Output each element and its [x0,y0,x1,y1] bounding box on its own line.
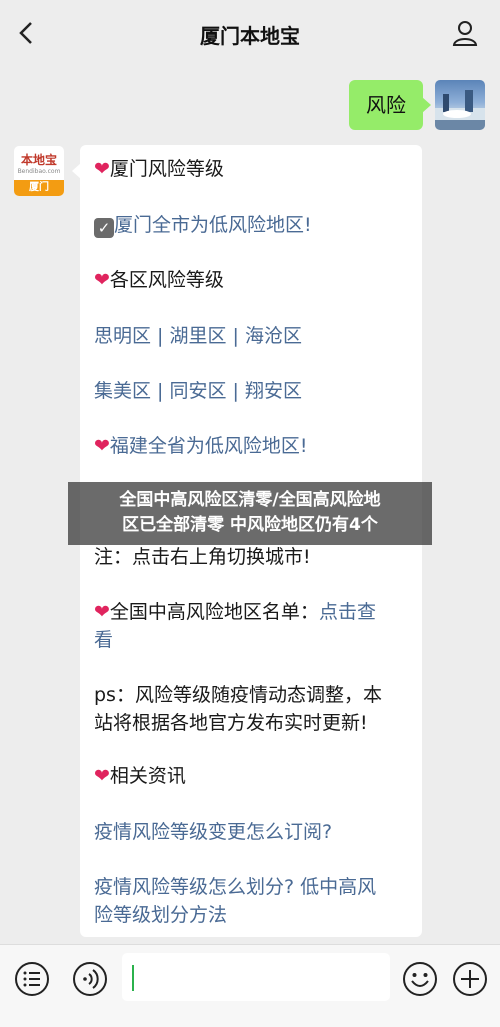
logo-url: Bendibao.com [17,168,61,175]
bot-avatar[interactable]: 本地宝 Bendibao.com 厦门 [14,146,64,196]
top-bar: 厦门本地宝 [0,0,500,68]
heart-icon: ❤ [94,601,110,623]
district-links-row-2[interactable]: 集美区 | 同安区 | 翔安区 [94,377,408,405]
emoji-icon[interactable] [402,961,438,997]
text-caret [132,965,134,991]
plus-icon[interactable] [452,961,488,997]
switch-city-note: 注：点击右上角切换城市! [94,546,311,568]
user-message-bubble[interactable]: 风险 [349,80,431,130]
ps-note-line-1: ps：风险等级随疫情动态调整，本 [94,684,382,706]
list-label: 全国中高风险地区名单： [109,601,319,623]
heart-icon: ❤ [94,269,110,291]
view-link[interactable]: 点击查 [319,601,376,623]
user-avatar[interactable] [435,80,485,130]
chat-title: 厦门本地宝 [200,24,300,48]
news-link-classification-2[interactable]: 险等级划分方法 [94,901,408,929]
caption-overlay: 全国中高风险区清零/全国高风险地 区已全部清零 中风险地区仍有4个 [68,482,432,545]
heart-icon: ❤ [94,158,110,180]
link-text: 厦门全市为低风险地区! [114,214,312,236]
heading-text: 相关资讯 [109,765,186,787]
person-icon[interactable] [450,18,480,48]
heading-text: 厦门风险等级 [109,158,224,180]
news-link-subscribe[interactable]: 疫情风险等级变更怎么订阅? [94,818,408,846]
user-avatar-image [435,90,485,130]
xiamen-low-risk-link[interactable]: ✓ 厦门全市为低风险地区! [94,211,408,239]
message-input[interactable] [122,953,390,1001]
fujian-low-risk-link[interactable]: ❤福建全省为低风险地区! [94,432,408,460]
heading-district-risk: ❤各区风险等级 [94,266,408,294]
checkbox-icon: ✓ [94,218,114,238]
heading-text: 各区风险等级 [109,269,224,291]
ps-note-line-2: 站将根据各地官方发布实时更新! [94,712,368,734]
caption-line-2: 区已全部清零 中风险地区仍有4个 [122,515,378,535]
logo-name: 本地宝 [20,153,57,167]
heading-related-news: ❤相关资讯 [94,762,408,790]
menu-list-icon[interactable] [14,961,50,997]
link-text: 福建全省为低风险地区! [109,435,308,457]
news-link-classification-1[interactable]: 疫情风险等级怎么划分? 低中高风 [94,873,408,901]
caption-line-1: 全国中高风险区清零/全国高风险地 [119,490,381,510]
national-risk-list: ❤全国中高风险地区名单：点击查 [94,598,408,626]
heart-icon: ❤ [94,435,110,457]
heading-xiamen-risk: ❤厦门风险等级 [94,155,408,183]
voice-icon[interactable] [72,961,108,997]
input-bar [0,944,500,1027]
logo-city: 厦门 [14,180,64,196]
view-link-continued[interactable]: 看 [94,626,408,654]
heart-icon: ❤ [94,765,110,787]
district-links-row-1[interactable]: 思明区 | 湖里区 | 海沧区 [94,322,408,350]
